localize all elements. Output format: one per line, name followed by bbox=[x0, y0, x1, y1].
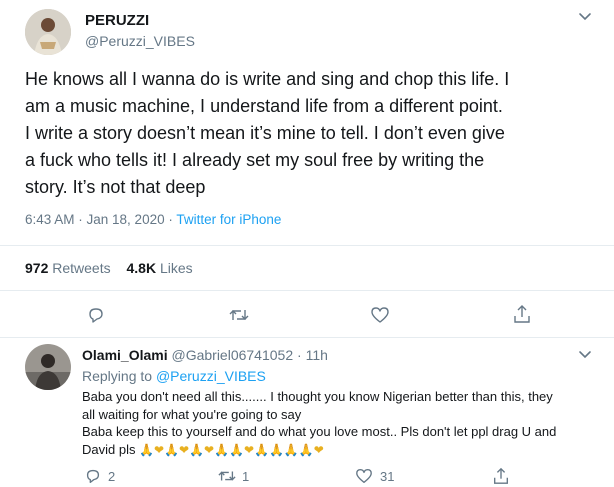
reply-text: Baba you don't need all this....... I th… bbox=[82, 388, 607, 459]
share-icon[interactable] bbox=[492, 466, 510, 486]
tweet-stats: 972 Retweets 4.8K Likes bbox=[25, 260, 193, 276]
retweets-stat[interactable]: 972 Retweets bbox=[25, 260, 115, 276]
replying-to: Replying to @Peruzzi_VIBES bbox=[82, 368, 266, 384]
tweet-text: He knows all I wanna do is write and sin… bbox=[25, 66, 605, 201]
reply-header: Olami_Olami @Gabriel06741052 · 11h bbox=[82, 347, 328, 363]
tweet-text-line: He knows all I wanna do is write and sin… bbox=[25, 69, 510, 89]
reply-icon[interactable] bbox=[84, 467, 102, 485]
reply-author-name[interactable]: Olami_Olami bbox=[82, 347, 168, 363]
reply-count: 2 bbox=[108, 469, 116, 484]
reply-text-line: David pls 🙏❤🙏❤🙏❤🙏🙏❤🙏🙏🙏🙏❤ bbox=[82, 441, 607, 460]
reply-time[interactable]: · 11h bbox=[297, 347, 328, 363]
like-icon[interactable] bbox=[370, 305, 390, 325]
replying-to-handle[interactable]: @Peruzzi_VIBES bbox=[156, 368, 266, 384]
tweet-meta: 6:43 AM · Jan 18, 2020 · Twitter for iPh… bbox=[25, 212, 281, 227]
author-avatar[interactable] bbox=[25, 9, 71, 55]
retweet-count: 1 bbox=[242, 469, 250, 484]
author-name[interactable]: PERUZZI bbox=[85, 12, 149, 29]
like-count: 31 bbox=[380, 469, 395, 484]
tweet-text-line: I write a story doesn’t mean it’s mine t… bbox=[25, 123, 505, 143]
emoji-sequence: 🙏❤🙏❤🙏❤🙏🙏❤🙏🙏🙏🙏❤ bbox=[139, 442, 324, 457]
retweet-icon[interactable] bbox=[228, 305, 250, 325]
replying-to-label: Replying to bbox=[82, 368, 156, 384]
reply-avatar[interactable] bbox=[25, 344, 71, 390]
retweet-icon[interactable] bbox=[217, 467, 237, 485]
reply-author-handle[interactable]: @Gabriel06741052 bbox=[171, 347, 293, 363]
tweet-text-line: am a music machine, I understand life fr… bbox=[25, 96, 503, 116]
author-handle[interactable]: @Peruzzi_VIBES bbox=[85, 33, 195, 49]
reply-icon[interactable] bbox=[86, 305, 106, 325]
likes-label: Likes bbox=[159, 260, 193, 276]
tweet-text-line: a fuck who tells it! I already set my so… bbox=[25, 150, 485, 170]
likes-stat[interactable]: 4.8K Likes bbox=[127, 260, 193, 276]
reply-text-line-start: David pls bbox=[82, 441, 140, 457]
reply-text-line: Baba you don't need all this....... I th… bbox=[82, 389, 553, 404]
chevron-down-icon[interactable] bbox=[578, 350, 592, 360]
tweet-text-line: story. It’s not that deep bbox=[25, 177, 206, 197]
tweet-time[interactable]: 6:43 AM · Jan 18, 2020 · bbox=[25, 212, 176, 227]
divider bbox=[0, 290, 614, 291]
reply-text-line: all waiting for what you're going to say bbox=[82, 406, 302, 422]
like-icon[interactable] bbox=[355, 467, 373, 485]
divider bbox=[0, 245, 614, 246]
divider bbox=[0, 337, 614, 338]
chevron-down-icon[interactable] bbox=[578, 12, 592, 22]
tweet-source[interactable]: Twitter for iPhone bbox=[176, 212, 281, 227]
retweets-label: Retweets bbox=[52, 260, 111, 276]
share-icon[interactable] bbox=[512, 303, 532, 325]
reply-text-line: Baba keep this to yourself and do what y… bbox=[82, 424, 557, 439]
retweets-count: 972 bbox=[25, 260, 49, 276]
likes-count: 4.8K bbox=[126, 260, 157, 276]
